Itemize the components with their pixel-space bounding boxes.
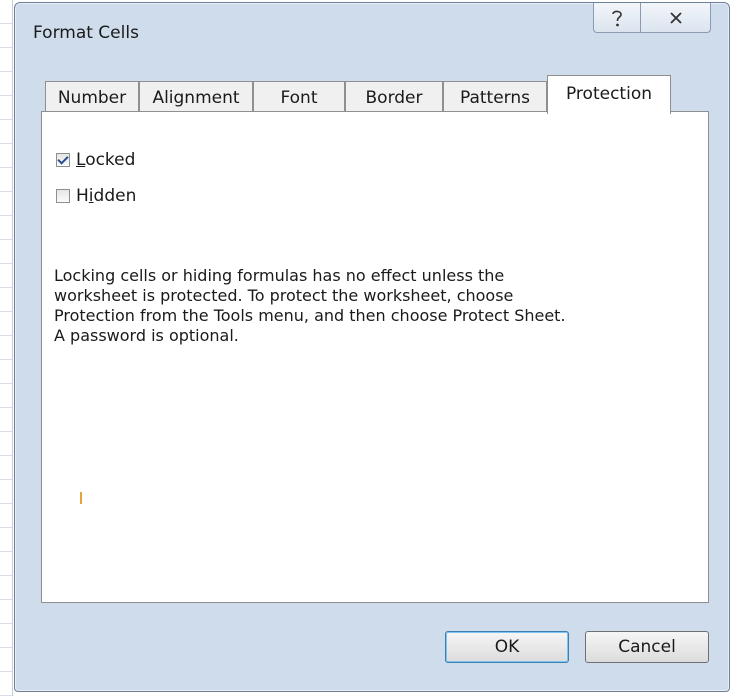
tab-protection[interactable]: Protection — [547, 75, 671, 114]
tab-patterns[interactable]: Patterns — [443, 81, 547, 113]
protection-description: Locking cells or hiding formulas has no … — [54, 266, 566, 345]
protection-panel: Locked Hidden Locking cells or hiding fo… — [41, 111, 709, 603]
text-cursor-mark — [80, 492, 82, 504]
dialog-title: Format Cells — [33, 23, 139, 43]
hidden-checkbox[interactable] — [56, 189, 70, 203]
locked-checkbox[interactable] — [56, 153, 70, 167]
tab-border[interactable]: Border — [345, 81, 443, 113]
ok-button[interactable]: OK — [445, 631, 569, 663]
locked-checkbox-row[interactable]: Locked — [56, 150, 135, 170]
tab-alignment[interactable]: Alignment — [139, 81, 253, 113]
spreadsheet-background — [0, 0, 13, 696]
hidden-label: Hidden — [76, 186, 137, 206]
hidden-checkbox-row[interactable]: Hidden — [56, 186, 136, 206]
close-icon — [669, 11, 682, 24]
close-button[interactable] — [641, 3, 711, 33]
cancel-button[interactable]: Cancel — [585, 631, 709, 663]
locked-label: Locked — [76, 150, 136, 170]
tab-font[interactable]: Font — [253, 81, 345, 113]
tab-number[interactable]: Number — [45, 81, 139, 113]
question-mark-icon — [612, 10, 622, 26]
help-button[interactable] — [593, 3, 641, 33]
format-cells-dialog: Format Cells Number Alignment Font Borde… — [14, 2, 730, 692]
